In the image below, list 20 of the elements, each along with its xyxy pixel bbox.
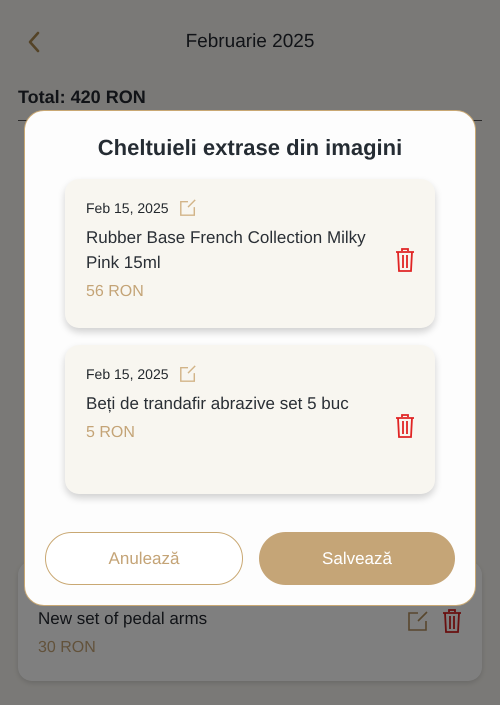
trash-icon[interactable] [395,248,415,272]
expense-date: Feb 15, 2025 [86,200,169,216]
edit-icon[interactable] [178,199,197,217]
edit-icon[interactable] [406,609,430,633]
trash-icon[interactable] [442,609,462,633]
total-label: Total: 420 RON [18,86,147,109]
expense-amount: 30 RON [38,639,97,657]
expense-title: New set of pedal arms [38,609,208,629]
cancel-button[interactable]: Anulează [45,532,243,585]
back-icon[interactable] [27,31,41,53]
trash-icon[interactable] [395,414,415,438]
expense-amount: 5 RON [86,424,136,442]
save-button[interactable]: Salvează [259,532,455,585]
month-title: Februarie 2025 [186,31,314,53]
expense-title: Beți de trandafir abrazive set 5 buc [86,393,350,415]
expense-date: Feb 15, 2025 [86,366,169,382]
edit-icon[interactable] [178,365,197,383]
expense-title: Rubber Base French Collection Milky Pink 15ml [86,227,367,274]
dialog-title: Cheltuieli extrase din imagini [98,134,402,162]
expense-amount: 56 RON [86,283,145,301]
